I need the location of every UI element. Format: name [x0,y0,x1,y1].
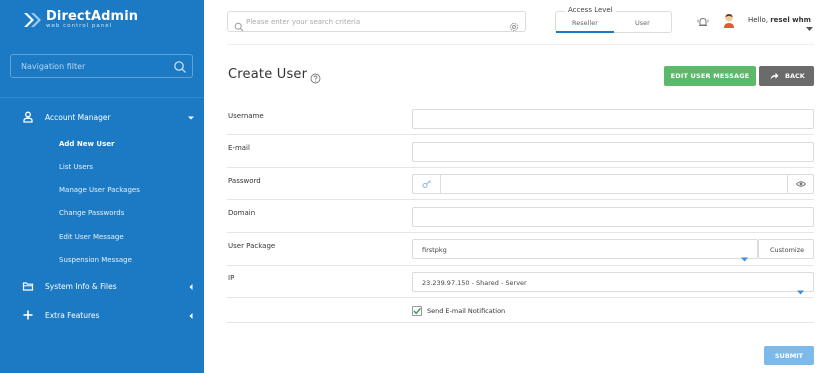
sidebar-item-suspension-message[interactable]: Suspension Message [59,256,132,264]
back-button-label: BACK [785,72,805,80]
menu-account-manager-label: Account Manager [45,112,111,122]
send-notification-checkbox[interactable] [412,306,422,316]
caret-left-icon [188,283,194,290]
access-option-reseller[interactable]: Reseller [572,19,598,27]
password-field[interactable] [412,174,814,194]
row-divider [227,297,814,298]
password-input[interactable] [441,175,787,193]
key-icon [422,180,431,188]
username-input[interactable] [413,110,813,128]
generate-password-button[interactable] [413,175,441,193]
sidebar-divider [0,97,204,98]
user-greeting[interactable]: Hello, resel whm [748,16,811,24]
row-divider [227,199,814,200]
global-search[interactable] [227,11,526,32]
sidebar-item-list-users[interactable]: List Users [59,163,93,171]
user-icon [22,111,34,123]
access-level-switch: Access Level Reseller User [555,6,672,33]
menu-system-info-files[interactable]: System Info & Files [0,275,204,297]
folder-icon [22,280,34,292]
caret-down-icon [797,280,804,295]
brand-tagline: web control panel [46,23,113,29]
user-package-select[interactable]: firstpkg [412,239,758,262]
page-title: Create User [228,67,308,82]
password-label: Password [228,177,261,185]
email-field[interactable] [412,142,814,162]
gear-icon[interactable] [509,17,519,32]
checkmark-icon [413,307,422,315]
access-active-indicator [556,31,614,33]
row-divider [227,134,814,135]
menu-account-manager[interactable]: Account Manager [0,106,204,128]
sidebar-item-edit-user-message[interactable]: Edit User Message [59,233,124,241]
row-divider [227,167,814,168]
avatar[interactable] [722,12,736,28]
caret-down-icon[interactable] [806,17,813,31]
user-package-value: firstpkg [422,246,447,254]
access-option-user[interactable]: User [635,19,650,27]
ip-value: 23.239.97.150 - Shared - Server [422,279,527,287]
submit-button[interactable]: SUBMIT [764,346,814,365]
caret-left-icon [188,312,194,319]
edit-user-message-button[interactable]: EDIT USER MESSAGE [664,66,756,86]
caret-down-icon [741,247,748,262]
domain-label: Domain [228,209,256,217]
customize-label: Customize [770,246,805,254]
greeting-text: Hello, [748,16,768,24]
plus-icon [22,309,34,321]
row-divider [227,232,814,233]
username-label: Username [228,112,264,120]
email-input[interactable] [413,143,813,161]
show-password-button[interactable] [787,175,813,193]
directadmin-logo-icon [22,10,42,30]
help-icon[interactable] [310,69,321,84]
row-divider [227,265,814,266]
menu-extra-features-label: Extra Features [45,310,100,320]
sidebar-item-change-passwords[interactable]: Change Passwords [59,209,124,217]
access-level-label: Access Level [565,6,616,14]
search-icon [173,59,187,73]
navigation-filter-input[interactable] [11,55,192,77]
header-divider [227,44,814,45]
sidebar: DirectAdmin web control panel Account Ma… [0,0,204,373]
email-label: E-mail [228,144,250,152]
username-text: resel whm [770,16,811,24]
customize-button[interactable]: Customize [758,239,814,259]
domain-input[interactable] [413,208,813,226]
back-button[interactable]: BACK [759,66,814,86]
eye-icon [796,181,806,187]
send-notification-label[interactable]: Send E-mail Notification [427,307,505,315]
ip-select[interactable]: 23.239.97.150 - Shared - Server [412,272,814,295]
ip-label: IP [228,274,235,282]
domain-field[interactable] [412,207,814,227]
menu-extra-features[interactable]: Extra Features [0,304,204,326]
menu-system-info-files-label: System Info & Files [45,281,117,291]
share-arrow-icon [770,72,779,80]
username-field[interactable] [412,109,814,129]
navigation-filter[interactable] [10,54,193,78]
search-input[interactable] [228,12,525,31]
sidebar-item-manage-user-packages[interactable]: Manage User Packages [59,186,140,194]
brand-name: DirectAdmin [46,9,139,24]
row-divider [227,322,814,323]
user-package-label: User Package [228,242,276,250]
alarm-bell-icon[interactable] [696,14,710,28]
logo[interactable]: DirectAdmin web control panel [22,10,138,30]
caret-down-icon [188,114,194,120]
sidebar-item-add-new-user[interactable]: Add New User [59,140,114,148]
